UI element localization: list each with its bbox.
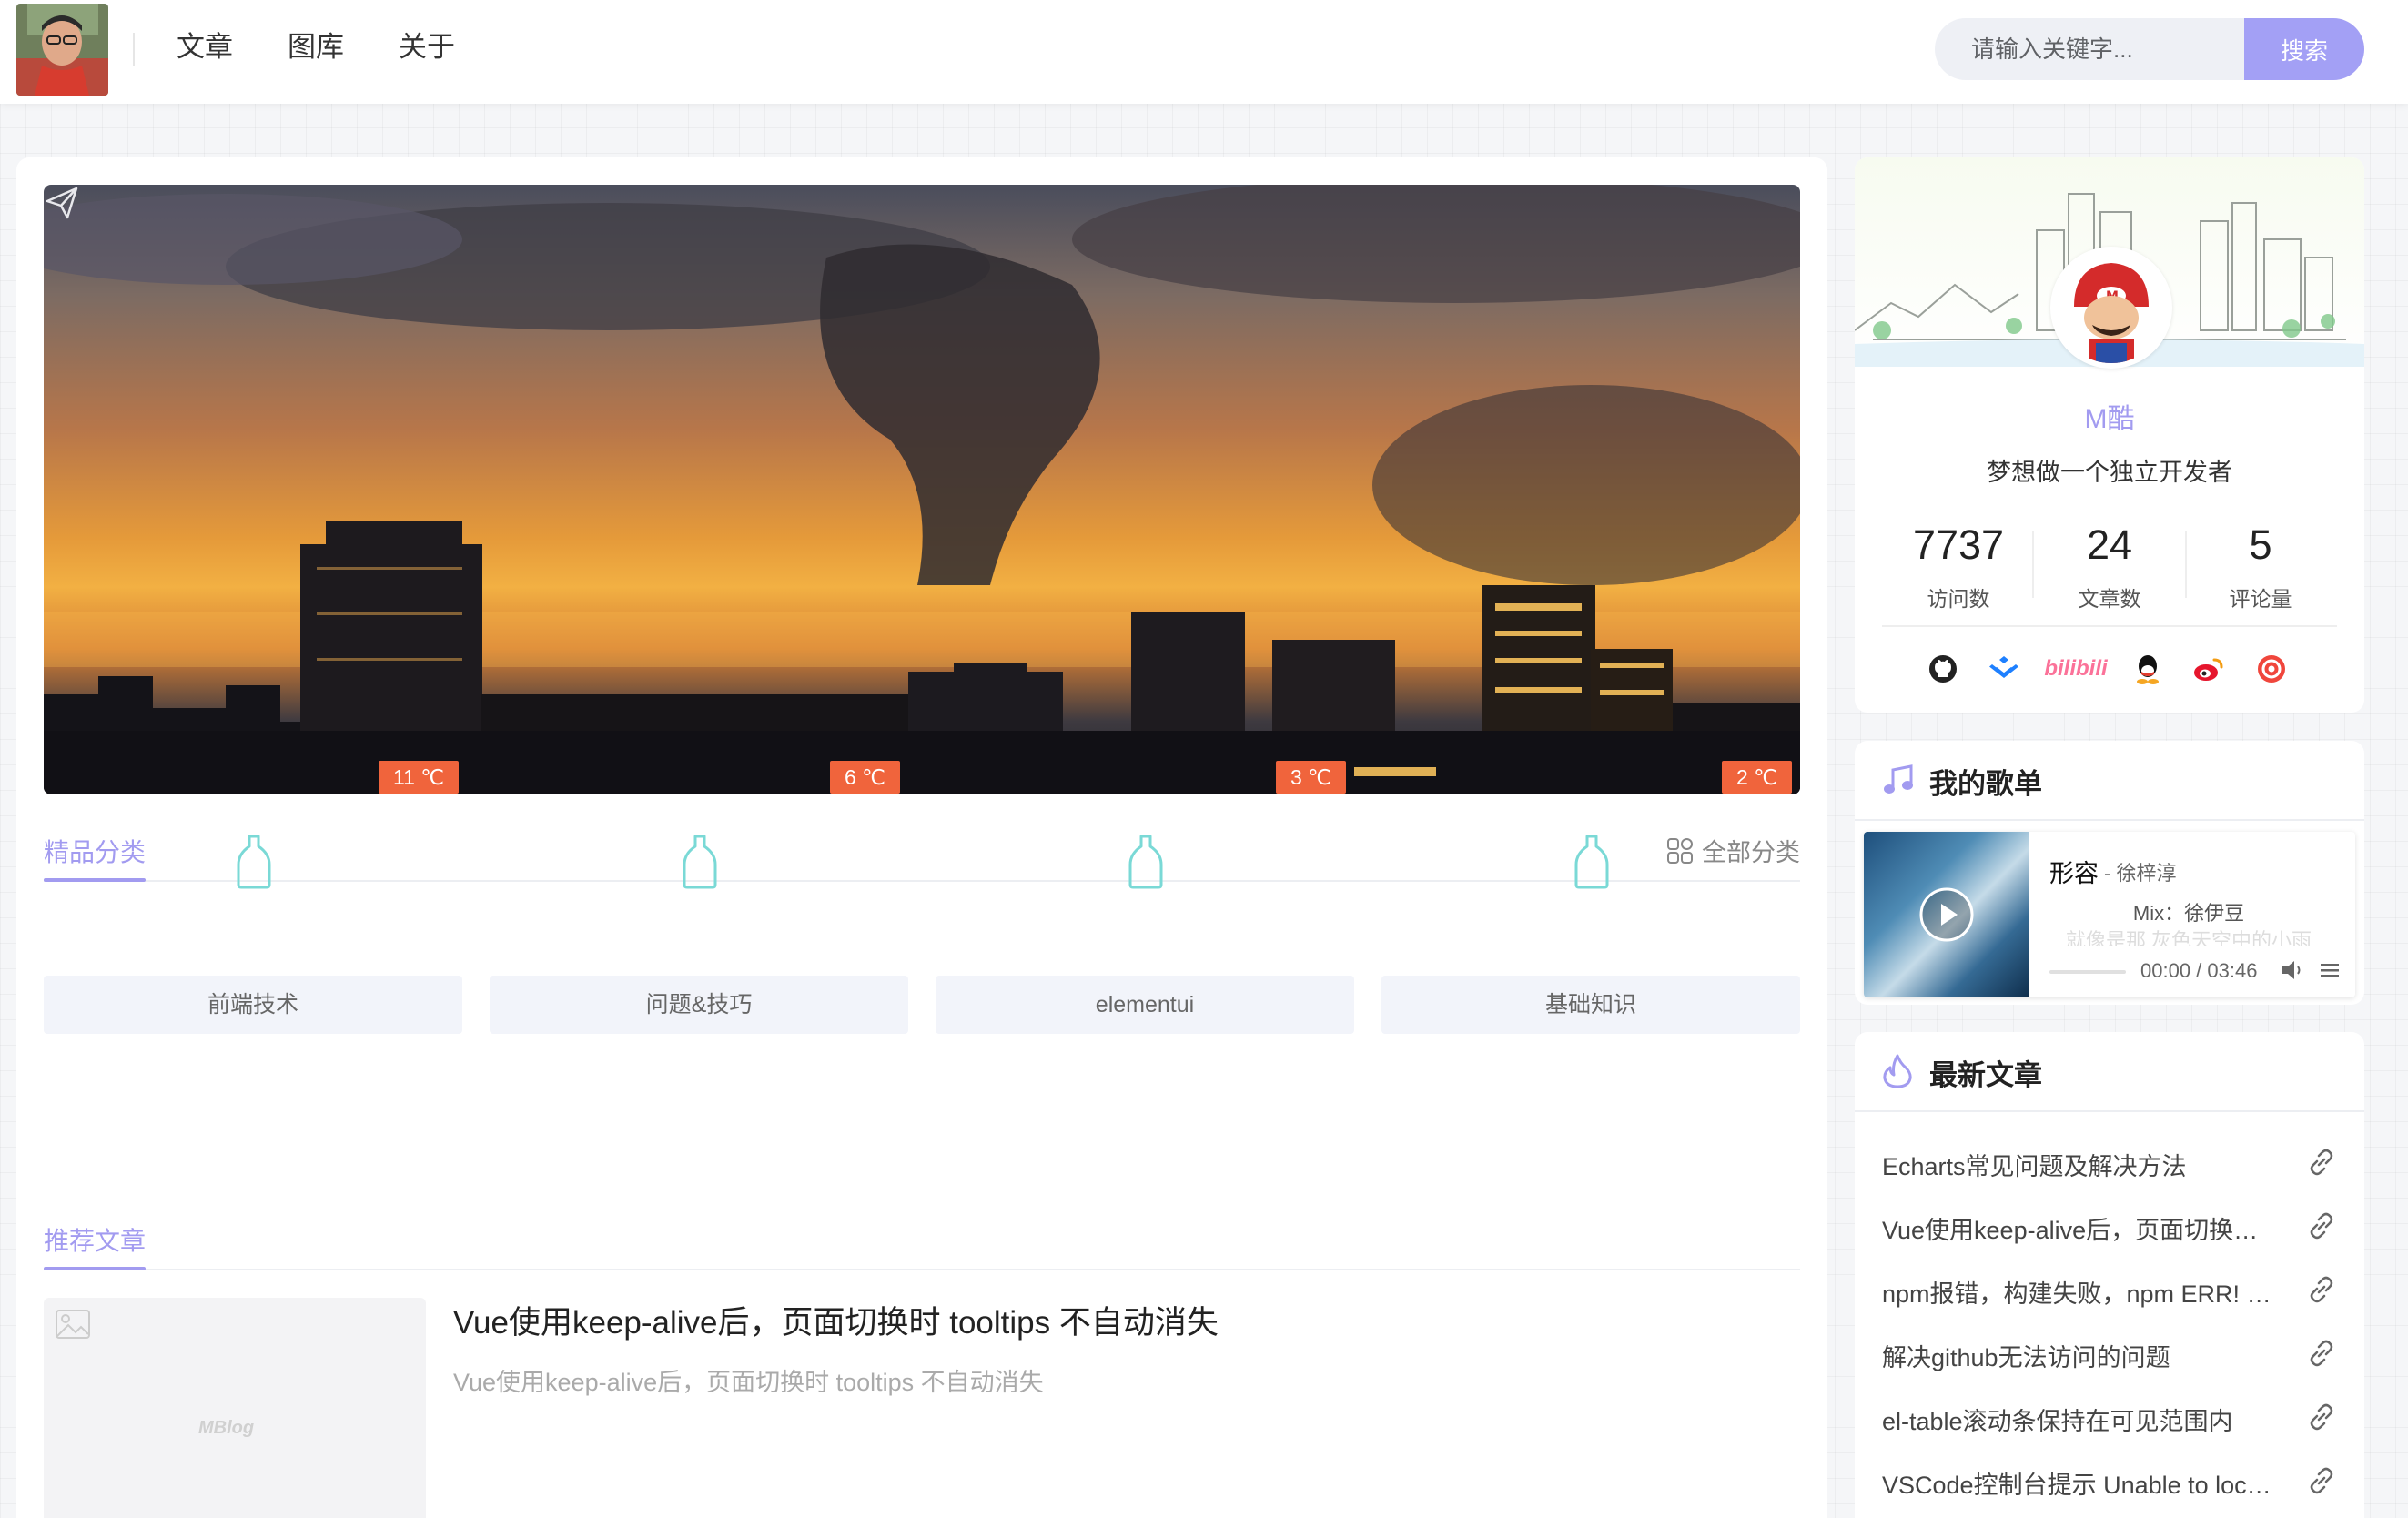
latest-article-title[interactable]: VSCode控制台提示 Unable to locate (1882, 1465, 2273, 1501)
category-card[interactable]: 11 ℃ 前端技术 (44, 761, 462, 1034)
lyric-next: 就像是那 灰色天空中的小雨 (2065, 929, 2312, 946)
category-button[interactable]: 前端技术 (44, 976, 462, 1034)
stat-visits: 7737 访问数 (1882, 520, 2035, 612)
flame-icon (1883, 1054, 1912, 1088)
qq-icon[interactable] (2128, 649, 2168, 689)
latest-article-title[interactable]: Echarts常见问题及解决方法 (1882, 1147, 2273, 1182)
category-button[interactable]: 问题&技巧 (490, 976, 908, 1034)
stat-label: 文章数 (2078, 587, 2141, 611)
link-icon[interactable] (2306, 1147, 2337, 1178)
profile-motto: 梦想做一个独立开发者 (1987, 459, 2232, 486)
article-thumbnail[interactable]: MBlog (44, 1298, 426, 1518)
music-player: 形容 - 徐梓淳 Mix：徐伊豆 就像是那 灰色天空中的小雨 00:00 / 0… (1864, 832, 2355, 997)
banner-image (44, 185, 1800, 794)
album-cover[interactable] (1864, 832, 2029, 997)
link-icon[interactable] (2306, 1402, 2337, 1432)
banner-carousel[interactable] (44, 185, 1800, 794)
header-divider (133, 33, 135, 66)
link-icon[interactable] (2306, 1465, 2337, 1496)
play-icon[interactable] (1918, 886, 1975, 943)
lyric-current: Mix：徐伊豆 (2132, 902, 2245, 925)
link-icon[interactable] (2306, 1210, 2337, 1241)
category-temp-badge: 6 ℃ (830, 761, 901, 794)
stat-comments: 5 评论量 (2184, 520, 2337, 612)
latest-article-title[interactable]: 解决github无法访问的问题 (1882, 1338, 2273, 1373)
share-icon[interactable] (44, 185, 80, 221)
stat-value: 7737 (1912, 521, 2005, 568)
volume-icon[interactable] (2281, 959, 2304, 981)
bottle-icon (683, 835, 717, 889)
article-summary: Vue使用keep-alive后，页面切换时 tooltips 不自动消失 (453, 1369, 1044, 1396)
bottle-icon (237, 835, 271, 889)
latest-article-item[interactable]: Echarts常见问题及解决方法 (1882, 1139, 2337, 1185)
playlist-card: 我的歌单 形容 - 徐梓淳 Mix：徐伊豆 就像是那 灰色天空中的小雨 00:0… (1855, 741, 2364, 1005)
song-artist: - 徐梓淳 (2104, 862, 2177, 885)
tab-underline (44, 1267, 146, 1270)
github-icon[interactable] (1923, 649, 1963, 689)
bilibili-logo-text: bilibili (2044, 656, 2108, 681)
progress-track[interactable] (2049, 970, 2126, 974)
thumbnail-watermark: MBlog (198, 1418, 255, 1438)
nav-articles[interactable]: 文章 (177, 27, 233, 67)
category-temp-badge: 11 ℃ (379, 761, 460, 794)
bilibili-icon[interactable]: bilibili (2044, 649, 2108, 689)
image-placeholder-icon (56, 1310, 90, 1339)
stat-label: 评论量 (2229, 587, 2292, 611)
link-icon[interactable] (2306, 1274, 2337, 1305)
bottle-icon (1574, 835, 1609, 889)
category-card[interactable]: 3 ℃ elementui (936, 761, 1354, 1034)
latest-article-title[interactable]: Vue使用keep-alive后，页面切换时 tooltips 不自动消失 (1882, 1210, 2273, 1246)
stat-articles: 24 文章数 (2033, 520, 2186, 612)
progress-handle[interactable] (2049, 968, 2082, 976)
playlist-menu-icon[interactable] (2319, 961, 2341, 979)
category-temp-badge: 2 ℃ (1722, 761, 1793, 794)
user-avatar[interactable] (16, 4, 108, 96)
latest-article-item[interactable]: Vue使用keep-alive后，页面切换时 tooltips 不自动消失 (1882, 1203, 2337, 1249)
recommend-tabbar: 推荐文章 (44, 1210, 1800, 1270)
search-button[interactable]: 搜索 (2244, 18, 2364, 80)
category-temp-badge: 3 ℃ (1276, 761, 1347, 794)
profile-card: M M酷 梦想做一个独立开发者 7737 访问数 24 文章数 5 评论量 bi… (1855, 157, 2364, 713)
latest-article-title[interactable]: npm报错，构建失败，npm ERR! code ELIFECYCLE (1882, 1274, 2273, 1310)
profile-name[interactable]: M酷 (1855, 396, 2364, 436)
time-display: 00:00 / 03:46 (2140, 959, 2258, 982)
latest-article-item[interactable]: VSCode控制台提示 Unable to locate (1882, 1458, 2337, 1503)
top-header: 文章 图库 关于 搜索 (0, 0, 2408, 104)
latest-article-title[interactable]: el-table滚动条保持在可见范围内 (1882, 1402, 2273, 1437)
category-card[interactable]: 2 ℃ 基础知识 (1381, 761, 1800, 1034)
latest-header: 最新文章 (1855, 1032, 2364, 1112)
search-input[interactable] (1935, 18, 2244, 80)
nav-about[interactable]: 关于 (399, 27, 455, 67)
recommend-tab[interactable]: 推荐文章 (44, 1221, 146, 1258)
category-button[interactable]: 基础知识 (1381, 976, 1800, 1034)
category-card[interactable]: 6 ℃ 问题&技巧 (490, 761, 908, 1034)
article-title[interactable]: Vue使用keep-alive后，页面切换时 tooltips 不自动消失 (453, 1297, 1219, 1343)
profile-avatar[interactable]: M (2050, 247, 2172, 369)
music-note-icon (1884, 764, 1913, 794)
category-button[interactable]: elementui (936, 976, 1354, 1034)
latest-article-item[interactable]: npm报错，构建失败，npm ERR! code ELIFECYCLE (1882, 1267, 2337, 1312)
playlist-header: 我的歌单 (1855, 741, 2364, 821)
stat-value: 24 (2086, 521, 2133, 568)
bottle-icon (1128, 835, 1163, 889)
latest-title: 最新文章 (1929, 1059, 2042, 1091)
link-icon[interactable] (2306, 1338, 2337, 1369)
juejin-icon[interactable] (1984, 649, 2024, 689)
song-title: 形容 (2049, 860, 2099, 887)
social-divider (1882, 625, 2337, 627)
playlist-title: 我的歌单 (1929, 768, 2042, 800)
latest-article-item[interactable]: 解决github无法访问的问题 (1882, 1331, 2337, 1376)
weibo-icon[interactable] (2189, 649, 2229, 689)
stat-label: 访问数 (1927, 587, 1990, 611)
nav-gallery[interactable]: 图库 (288, 27, 344, 67)
email-icon[interactable] (2251, 649, 2292, 689)
latest-article-item[interactable]: el-table滚动条保持在可见范围内 (1882, 1394, 2337, 1440)
stat-value: 5 (2249, 521, 2272, 568)
